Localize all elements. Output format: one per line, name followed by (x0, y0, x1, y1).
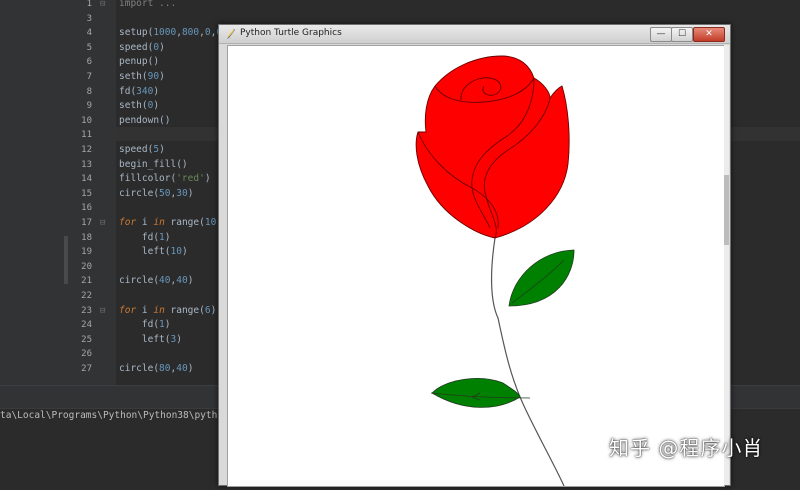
line-number: 25 (81, 334, 92, 345)
code-line[interactable]: fillcolor('red') (119, 172, 211, 187)
vertical-scrollbar[interactable] (724, 45, 729, 485)
line-number: 15 (81, 188, 92, 199)
code-line[interactable]: setup(1000,800,0,0) (119, 26, 228, 41)
line-number: 1 (86, 0, 92, 9)
code-line[interactable]: penup() (119, 55, 159, 70)
code-line[interactable]: fd(340) (119, 85, 159, 100)
line-number: 22 (81, 291, 92, 301)
line-number: 19 (81, 247, 92, 258)
line-number: 7 (86, 72, 92, 82)
feather-icon (227, 29, 235, 39)
fold-toggle-icon[interactable]: ⊟ (100, 0, 105, 9)
line-number: 8 (86, 86, 92, 97)
tool-strip-marker (64, 236, 68, 284)
line-number: 17 (81, 218, 92, 228)
code-line[interactable]: seth(90) (119, 70, 165, 85)
code-line[interactable]: fd(1) (119, 231, 171, 246)
line-number: 26 (81, 349, 92, 360)
line-number: 14 (81, 174, 92, 185)
code-line[interactable]: circle(40,40) (119, 274, 193, 289)
line-number: 16 (81, 203, 92, 214)
code-line[interactable]: left(3) (119, 333, 182, 348)
maximize-button[interactable]: ☐ (671, 27, 693, 42)
rose-drawing (415, 55, 575, 487)
window-title: Python Turtle Graphics (240, 28, 342, 38)
line-number: 3 (86, 13, 92, 24)
code-line[interactable]: for i in range(10): (119, 216, 228, 231)
code-line[interactable]: for i in range(6): (119, 304, 222, 319)
fold-toggle-icon[interactable]: ⊟ (100, 218, 105, 228)
code-line[interactable]: circle(80,40) (119, 362, 193, 377)
line-number: 24 (81, 320, 92, 331)
line-number: 4 (86, 28, 92, 39)
code-line[interactable]: fd(1) (119, 318, 171, 333)
ide-tool-strip (0, 0, 71, 385)
line-number: 11 (81, 130, 92, 141)
code-line[interactable]: seth(0) (119, 99, 159, 114)
code-line[interactable]: begin_fill() (119, 158, 188, 173)
line-number: 9 (86, 101, 92, 112)
minimize-button[interactable]: — (650, 27, 672, 42)
code-line[interactable]: import ... (119, 0, 176, 12)
scrollbar-thumb[interactable] (724, 175, 729, 245)
code-line[interactable]: speed(5) (119, 143, 165, 158)
turtle-graphics-window[interactable]: Python Turtle Graphics — ☐ ✕ (218, 24, 731, 487)
window-titlebar[interactable]: Python Turtle Graphics — ☐ ✕ (219, 25, 730, 44)
code-line[interactable]: speed(0) (119, 41, 165, 56)
line-number: 13 (81, 159, 92, 170)
terminal-output-path: ta\Local\Programs\Python\Python38\python (0, 410, 229, 421)
rose-bloom (415, 55, 570, 239)
line-number: 18 (81, 232, 92, 243)
code-line[interactable]: pendown() (119, 114, 170, 129)
close-button[interactable]: ✕ (693, 27, 725, 42)
line-number: 21 (81, 276, 92, 287)
line-number: 23 (81, 305, 92, 316)
code-line[interactable]: left(10) (119, 245, 188, 260)
line-number: 5 (86, 42, 92, 53)
fold-toggle-icon[interactable]: ⊟ (100, 306, 105, 316)
line-number: 20 (81, 261, 92, 272)
turtle-canvas[interactable] (227, 45, 725, 487)
line-number-gutter: 1 ⊟ 3 4 5 6 7 8 9 10 11 12 13 14 15 16 17 ⊟ 18 19 20 21 22 23 ⊟ 2… (70, 0, 116, 385)
line-number: 6 (86, 57, 92, 68)
line-number: 10 (81, 115, 92, 126)
line-number: 27 (81, 364, 92, 374)
watermark: 知乎 @程序小肖 (609, 436, 764, 460)
code-line[interactable]: circle(50,30) (119, 187, 193, 202)
lower-leaf (431, 378, 521, 408)
line-number: 12 (81, 145, 92, 155)
